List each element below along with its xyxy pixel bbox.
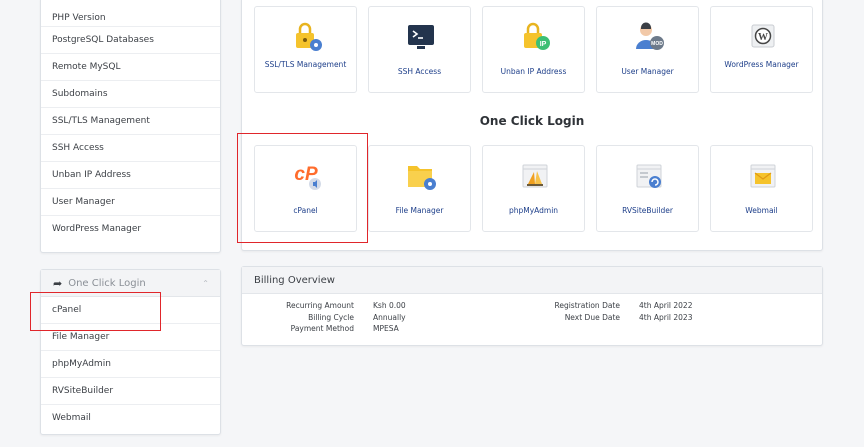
billing-left-keys: Recurring Amount Billing Cycle Payment M… xyxy=(254,300,354,335)
billing-value: Annually xyxy=(373,312,406,322)
one-click-tile-webmail[interactable]: Webmail xyxy=(710,145,813,232)
sidebar-item-ssl-tls-management[interactable]: SSL/TLS Management xyxy=(41,108,220,135)
svg-text:IP: IP xyxy=(540,41,547,48)
sidebar-item-webmail[interactable]: Webmail xyxy=(41,405,220,432)
sidebar-item-cpanel[interactable]: cPanel xyxy=(41,297,220,324)
billing-overview-panel: Billing Overview Recurring Amount Billin… xyxy=(241,266,823,346)
tool-label-unban-ip: Unban IP Address xyxy=(500,67,567,76)
sidebar-item-unban-ip-address[interactable]: Unban IP Address xyxy=(41,162,220,189)
ip-lock-icon: IP xyxy=(524,22,550,50)
billing-value: Ksh 0.00 xyxy=(373,301,406,310)
billing-value: 4th April 2022 xyxy=(639,301,693,310)
tool-tile-ssl-tls[interactable]: SSL/TLS Management xyxy=(254,6,357,93)
sidebar-tools-list: PHP Version PostgreSQL Databases Remote … xyxy=(41,0,220,243)
billing-left-values: Ksh 0.00 Annually MPESA xyxy=(373,300,473,335)
tools-panel: SSL/TLS Management SSH Access IP Unban I… xyxy=(241,0,823,251)
chevron-up-icon[interactable]: ⌃ xyxy=(202,279,209,288)
one-click-label-phpmyadmin: phpMyAdmin xyxy=(508,206,559,215)
one-click-login-title: One Click Login xyxy=(68,277,146,289)
one-click-label-webmail: Webmail xyxy=(745,206,778,215)
svg-text:W: W xyxy=(758,32,768,43)
terminal-icon xyxy=(408,25,434,49)
one-click-tile-cpanel[interactable]: cP cPanel xyxy=(254,145,357,232)
billing-key: Registration Date xyxy=(554,301,620,310)
one-click-login-header[interactable]: ➦ One Click Login ⌃ xyxy=(41,270,220,297)
billing-key: Next Due Date xyxy=(564,312,620,322)
sidebar-item-subdomains[interactable]: Subdomains xyxy=(41,81,220,108)
billing-value: MPESA xyxy=(373,324,399,333)
tool-tile-ssh-access[interactable]: SSH Access xyxy=(368,6,471,93)
one-click-label-cpanel: cPanel xyxy=(293,206,318,215)
sidebar-item-rvsitebuilder[interactable]: RVSiteBuilder xyxy=(41,378,220,405)
one-click-tile-rvsitebuilder[interactable]: RVSiteBuilder xyxy=(596,145,699,232)
tool-label-ssh-access: SSH Access xyxy=(397,67,442,76)
billing-overview-title: Billing Overview xyxy=(242,267,822,294)
sidebar-item-php-version[interactable]: PHP Version xyxy=(41,0,220,27)
sidebar-item-remote-mysql[interactable]: Remote MySQL xyxy=(41,54,220,81)
folder-icon xyxy=(408,166,436,190)
sidebar-tools-panel: PHP Version PostgreSQL Databases Remote … xyxy=(40,0,221,253)
billing-key: Payment Method xyxy=(290,324,354,333)
billing-value: 4th April 2023 xyxy=(639,312,693,322)
user-manager-icon: MOD xyxy=(636,22,664,50)
one-click-tile-phpmyadmin[interactable]: phpMyAdmin xyxy=(482,145,585,232)
phpmyadmin-icon xyxy=(522,164,548,188)
one-click-login-list: cPanel File Manager phpMyAdmin RVSiteBui… xyxy=(41,297,220,432)
sidebar-item-postgresql-databases[interactable]: PostgreSQL Databases xyxy=(41,27,220,54)
billing-key: Recurring Amount xyxy=(286,301,354,310)
one-click-label-file-manager: File Manager xyxy=(395,206,444,215)
wordpress-icon: W xyxy=(751,24,775,48)
tool-label-ssl-tls: SSL/TLS Management xyxy=(264,60,347,69)
rvsitebuilder-icon xyxy=(636,164,662,188)
one-click-tile-file-manager[interactable]: File Manager xyxy=(368,145,471,232)
billing-key: Billing Cycle xyxy=(308,312,354,322)
webmail-icon xyxy=(750,164,776,188)
tool-label-wordpress-manager: WordPress Manager xyxy=(724,60,799,69)
one-click-label-rvsitebuilder: RVSiteBuilder xyxy=(622,206,673,215)
tool-label-user-manager: User Manager xyxy=(621,67,674,76)
tool-tile-wordpress-manager[interactable]: W WordPress Manager xyxy=(710,6,813,93)
share-arrow-icon: ➦ xyxy=(53,276,63,290)
sidebar-item-ssh-access[interactable]: SSH Access xyxy=(41,135,220,162)
ssl-lock-icon xyxy=(296,22,322,51)
tool-tile-unban-ip[interactable]: IP Unban IP Address xyxy=(482,6,585,93)
one-click-login-heading: One Click Login xyxy=(479,114,585,128)
sidebar-item-file-manager[interactable]: File Manager xyxy=(41,324,220,351)
sidebar-item-phpmyadmin[interactable]: phpMyAdmin xyxy=(41,351,220,378)
sidebar-item-user-manager[interactable]: User Manager xyxy=(41,189,220,216)
cpanel-icon: cP xyxy=(294,164,321,190)
billing-right-keys: Registration Date Next Due Date xyxy=(520,300,620,323)
one-click-login-sidebar: ➦ One Click Login ⌃ cPanel File Manager … xyxy=(40,269,221,435)
tool-tile-user-manager[interactable]: MOD User Manager xyxy=(596,6,699,93)
billing-right-values: 4th April 2022 4th April 2023 xyxy=(639,300,749,323)
svg-text:MOD: MOD xyxy=(651,41,663,47)
sidebar-item-wordpress-manager[interactable]: WordPress Manager xyxy=(41,216,220,243)
